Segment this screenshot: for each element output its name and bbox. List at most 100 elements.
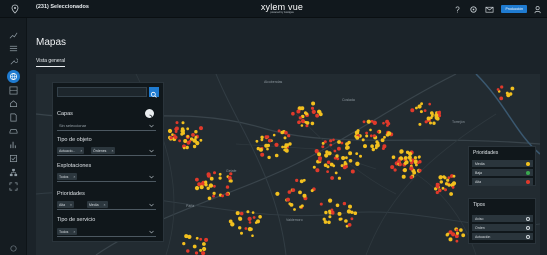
map-marker[interactable] (355, 152, 359, 155)
map-marker[interactable] (260, 135, 264, 139)
car-icon[interactable] (9, 126, 18, 135)
map-marker[interactable] (266, 147, 269, 151)
checklist-icon[interactable] (9, 154, 18, 163)
map-marker[interactable] (386, 124, 389, 127)
map-marker[interactable] (238, 216, 243, 221)
map-marker[interactable] (247, 227, 252, 232)
prioridades-select[interactable]: Alta × Media × (57, 201, 156, 210)
map-marker[interactable] (442, 175, 446, 179)
map-marker[interactable] (225, 185, 230, 189)
map-marker[interactable] (419, 110, 423, 114)
map-marker[interactable] (365, 134, 369, 138)
map-marker[interactable] (310, 106, 315, 110)
map-marker[interactable] (324, 153, 329, 158)
map-marker[interactable] (209, 176, 214, 181)
map-marker[interactable] (260, 152, 265, 157)
map-marker[interactable] (194, 135, 198, 139)
map-marker[interactable] (298, 116, 302, 120)
map-marker[interactable] (326, 160, 331, 165)
map-marker[interactable] (252, 216, 256, 219)
map-marker[interactable] (374, 146, 378, 150)
map-marker[interactable] (180, 132, 184, 136)
map-marker[interactable] (206, 173, 211, 178)
map-marker[interactable] (167, 128, 173, 134)
map-marker[interactable] (435, 116, 440, 121)
chip-remove-icon[interactable]: × (111, 149, 113, 153)
map-marker[interactable] (284, 148, 289, 153)
map-marker[interactable] (382, 121, 385, 125)
map-marker[interactable] (336, 157, 340, 161)
map-marker[interactable] (235, 211, 240, 216)
map-marker[interactable] (397, 159, 401, 163)
map-marker[interactable] (435, 182, 439, 186)
map-marker[interactable] (337, 211, 342, 216)
map-marker[interactable] (355, 136, 360, 140)
map-marker[interactable] (204, 237, 209, 242)
map-marker[interactable] (326, 170, 329, 173)
map-marker[interactable] (330, 176, 334, 180)
tipo-objeto-select[interactable]: Actuacio... × Órdenes × (57, 147, 156, 156)
map-marker[interactable] (318, 158, 322, 162)
map-marker[interactable] (363, 144, 367, 149)
map-marker[interactable] (272, 133, 276, 137)
map-marker[interactable] (310, 121, 315, 126)
map-marker[interactable] (417, 155, 421, 159)
map-marker[interactable] (418, 122, 422, 126)
map-marker[interactable] (505, 91, 509, 95)
settings-icon[interactable] (469, 5, 478, 14)
map-marker[interactable] (225, 192, 230, 196)
map-marker[interactable] (280, 130, 284, 135)
map-marker[interactable] (418, 168, 422, 173)
map-marker[interactable] (359, 154, 362, 158)
bar-chart-icon[interactable] (9, 140, 18, 149)
map-marker[interactable] (366, 119, 371, 124)
explotaciones-select[interactable]: Todos × (57, 173, 156, 182)
map-marker[interactable] (426, 116, 431, 121)
map-marker[interactable] (175, 121, 179, 125)
map-marker[interactable] (438, 175, 443, 180)
map-marker[interactable] (192, 144, 197, 149)
map-marker[interactable] (345, 156, 348, 160)
map-marker[interactable] (413, 159, 418, 164)
map-marker[interactable] (409, 159, 413, 162)
map-marker[interactable] (201, 251, 206, 255)
map-marker[interactable] (291, 188, 296, 192)
map-marker[interactable] (445, 233, 449, 237)
tipo-servicio-select[interactable]: Todos × (57, 228, 156, 237)
map-marker[interactable] (409, 175, 414, 180)
map-marker[interactable] (311, 109, 316, 114)
map-marker[interactable] (188, 140, 192, 143)
map-marker[interactable] (428, 102, 432, 106)
refresh-button[interactable] (145, 109, 154, 121)
map-marker[interactable] (380, 138, 385, 143)
map-marker[interactable] (195, 177, 199, 182)
map-marker[interactable] (218, 172, 222, 176)
map-marker[interactable] (297, 120, 301, 125)
map-marker[interactable] (402, 168, 407, 173)
list-icon[interactable] (9, 44, 18, 53)
map-marker[interactable] (432, 121, 436, 125)
map-marker[interactable] (335, 203, 340, 208)
map-marker[interactable] (283, 136, 287, 140)
legend-row-orden[interactable]: Orden (472, 224, 533, 231)
map-marker[interactable] (298, 190, 302, 195)
map-marker[interactable] (353, 211, 358, 215)
map-marker[interactable] (398, 162, 402, 167)
map-marker[interactable] (452, 174, 456, 178)
search-field[interactable] (57, 87, 147, 104)
map-marker[interactable] (459, 228, 463, 232)
map-marker[interactable] (409, 166, 414, 171)
map-marker[interactable] (447, 176, 451, 179)
map-marker[interactable] (499, 96, 504, 101)
map-marker[interactable] (347, 223, 352, 227)
map-marker[interactable] (337, 140, 341, 144)
map-marker[interactable] (173, 135, 178, 140)
map-marker[interactable] (410, 108, 415, 113)
map-marker[interactable] (182, 146, 186, 150)
map-marker[interactable] (299, 179, 304, 184)
map-marker[interactable] (340, 141, 344, 145)
map-marker[interactable] (438, 188, 442, 193)
line-chart-icon[interactable] (9, 31, 18, 40)
map-marker[interactable] (239, 211, 244, 216)
map-marker[interactable] (348, 159, 353, 163)
